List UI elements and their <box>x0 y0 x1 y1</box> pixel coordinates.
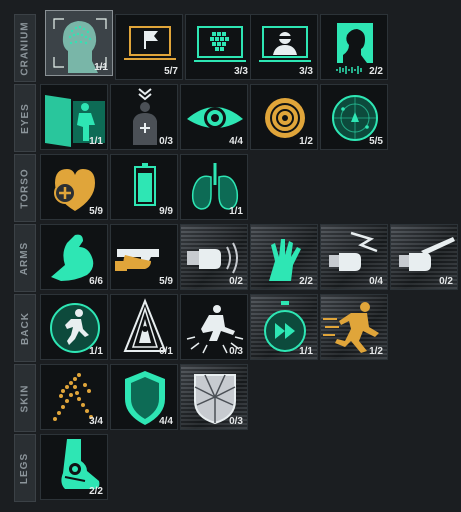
perk-count: 6/6 <box>89 276 103 287</box>
perk-cell-eyes-5[interactable]: 5/5 <box>320 84 388 150</box>
row-label-torso: TORSO <box>14 154 36 222</box>
perk-cell-back-3[interactable]: 0/3 <box>180 294 248 360</box>
perk-count: 0/3 <box>229 346 243 357</box>
perk-cell-skin-3[interactable]: 0/3 <box>180 364 248 430</box>
perk-count: 1/1 <box>89 346 103 357</box>
perk-cell-arms-3[interactable]: 0/2 <box>180 224 248 290</box>
perk-count: 1/1 <box>94 62 108 73</box>
perk-count: 4/4 <box>229 136 243 147</box>
perk-count: 0/3 <box>159 136 173 147</box>
perk-cell-cranium-3[interactable]: 3/3 <box>185 14 253 80</box>
perk-count: 5/5 <box>369 136 383 147</box>
perk-cell-skin-2[interactable]: 4/4 <box>110 364 178 430</box>
perk-count: 0/3 <box>229 416 243 427</box>
perk-count: 3/3 <box>234 66 248 77</box>
perk-grid: CRANIUM 1/1 5/7 3/3 3/3 2/2 EYES 1/1 0/3… <box>0 0 461 512</box>
perk-cell-back-5[interactable]: 1/2 <box>320 294 388 360</box>
perk-count: 2/2 <box>299 276 313 287</box>
perk-cell-back-1[interactable]: 1/1 <box>40 294 108 360</box>
row-label-arms: ARMS <box>14 224 36 292</box>
perk-count: 0/1 <box>159 346 173 357</box>
perk-cell-arms-1[interactable]: 6/6 <box>40 224 108 290</box>
perk-cell-torso-3[interactable]: 1/1 <box>180 154 248 220</box>
perk-count: 1/1 <box>89 136 103 147</box>
perk-cell-arms-4[interactable]: 2/2 <box>250 224 318 290</box>
perk-count: 2/2 <box>89 486 103 497</box>
perk-cell-torso-2[interactable]: 9/9 <box>110 154 178 220</box>
perk-count: 0/2 <box>439 276 453 287</box>
perk-cell-cranium-1[interactable]: 1/1 <box>45 10 113 76</box>
perk-count: 0/4 <box>369 276 383 287</box>
row-label-back: BACK <box>14 294 36 362</box>
perk-cell-eyes-4[interactable]: 1/2 <box>250 84 318 150</box>
perk-cell-arms-2[interactable]: 5/9 <box>110 224 178 290</box>
perk-count: 5/7 <box>164 66 178 77</box>
perk-cell-eyes-1[interactable]: 1/1 <box>40 84 108 150</box>
perk-cell-torso-1[interactable]: 5/9 <box>40 154 108 220</box>
perk-count: 5/9 <box>89 206 103 217</box>
perk-cell-cranium-5[interactable]: 2/2 <box>320 14 388 80</box>
perk-cell-back-2[interactable]: 0/1 <box>110 294 178 360</box>
row-label-cranium: CRANIUM <box>14 14 36 82</box>
perk-cell-arms-6[interactable]: 0/2 <box>390 224 458 290</box>
perk-count: 3/4 <box>89 416 103 427</box>
perk-cell-eyes-3[interactable]: 4/4 <box>180 84 248 150</box>
perk-count: 1/2 <box>369 346 383 357</box>
perk-cell-eyes-2[interactable]: 0/3 <box>110 84 178 150</box>
perk-count: 9/9 <box>159 206 173 217</box>
perk-count: 2/2 <box>369 66 383 77</box>
perk-cell-legs-1[interactable]: 2/2 <box>40 434 108 500</box>
perk-count: 1/1 <box>229 206 243 217</box>
perk-count: 4/4 <box>159 416 173 427</box>
perk-cell-cranium-2[interactable]: 5/7 <box>115 14 183 80</box>
perk-cell-skin-1[interactable]: 3/4 <box>40 364 108 430</box>
perk-count: 3/3 <box>299 66 313 77</box>
perk-count: 0/2 <box>229 276 243 287</box>
perk-count: 1/1 <box>299 346 313 357</box>
perk-count: 5/9 <box>159 276 173 287</box>
perk-count: 1/2 <box>299 136 313 147</box>
row-label-eyes: EYES <box>14 84 36 152</box>
perk-cell-back-4[interactable]: 1/1 <box>250 294 318 360</box>
row-label-legs: LEGS <box>14 434 36 502</box>
row-label-skin: SKIN <box>14 364 36 432</box>
perk-cell-arms-5[interactable]: 0/4 <box>320 224 388 290</box>
perk-cell-cranium-4[interactable]: 3/3 <box>250 14 318 80</box>
